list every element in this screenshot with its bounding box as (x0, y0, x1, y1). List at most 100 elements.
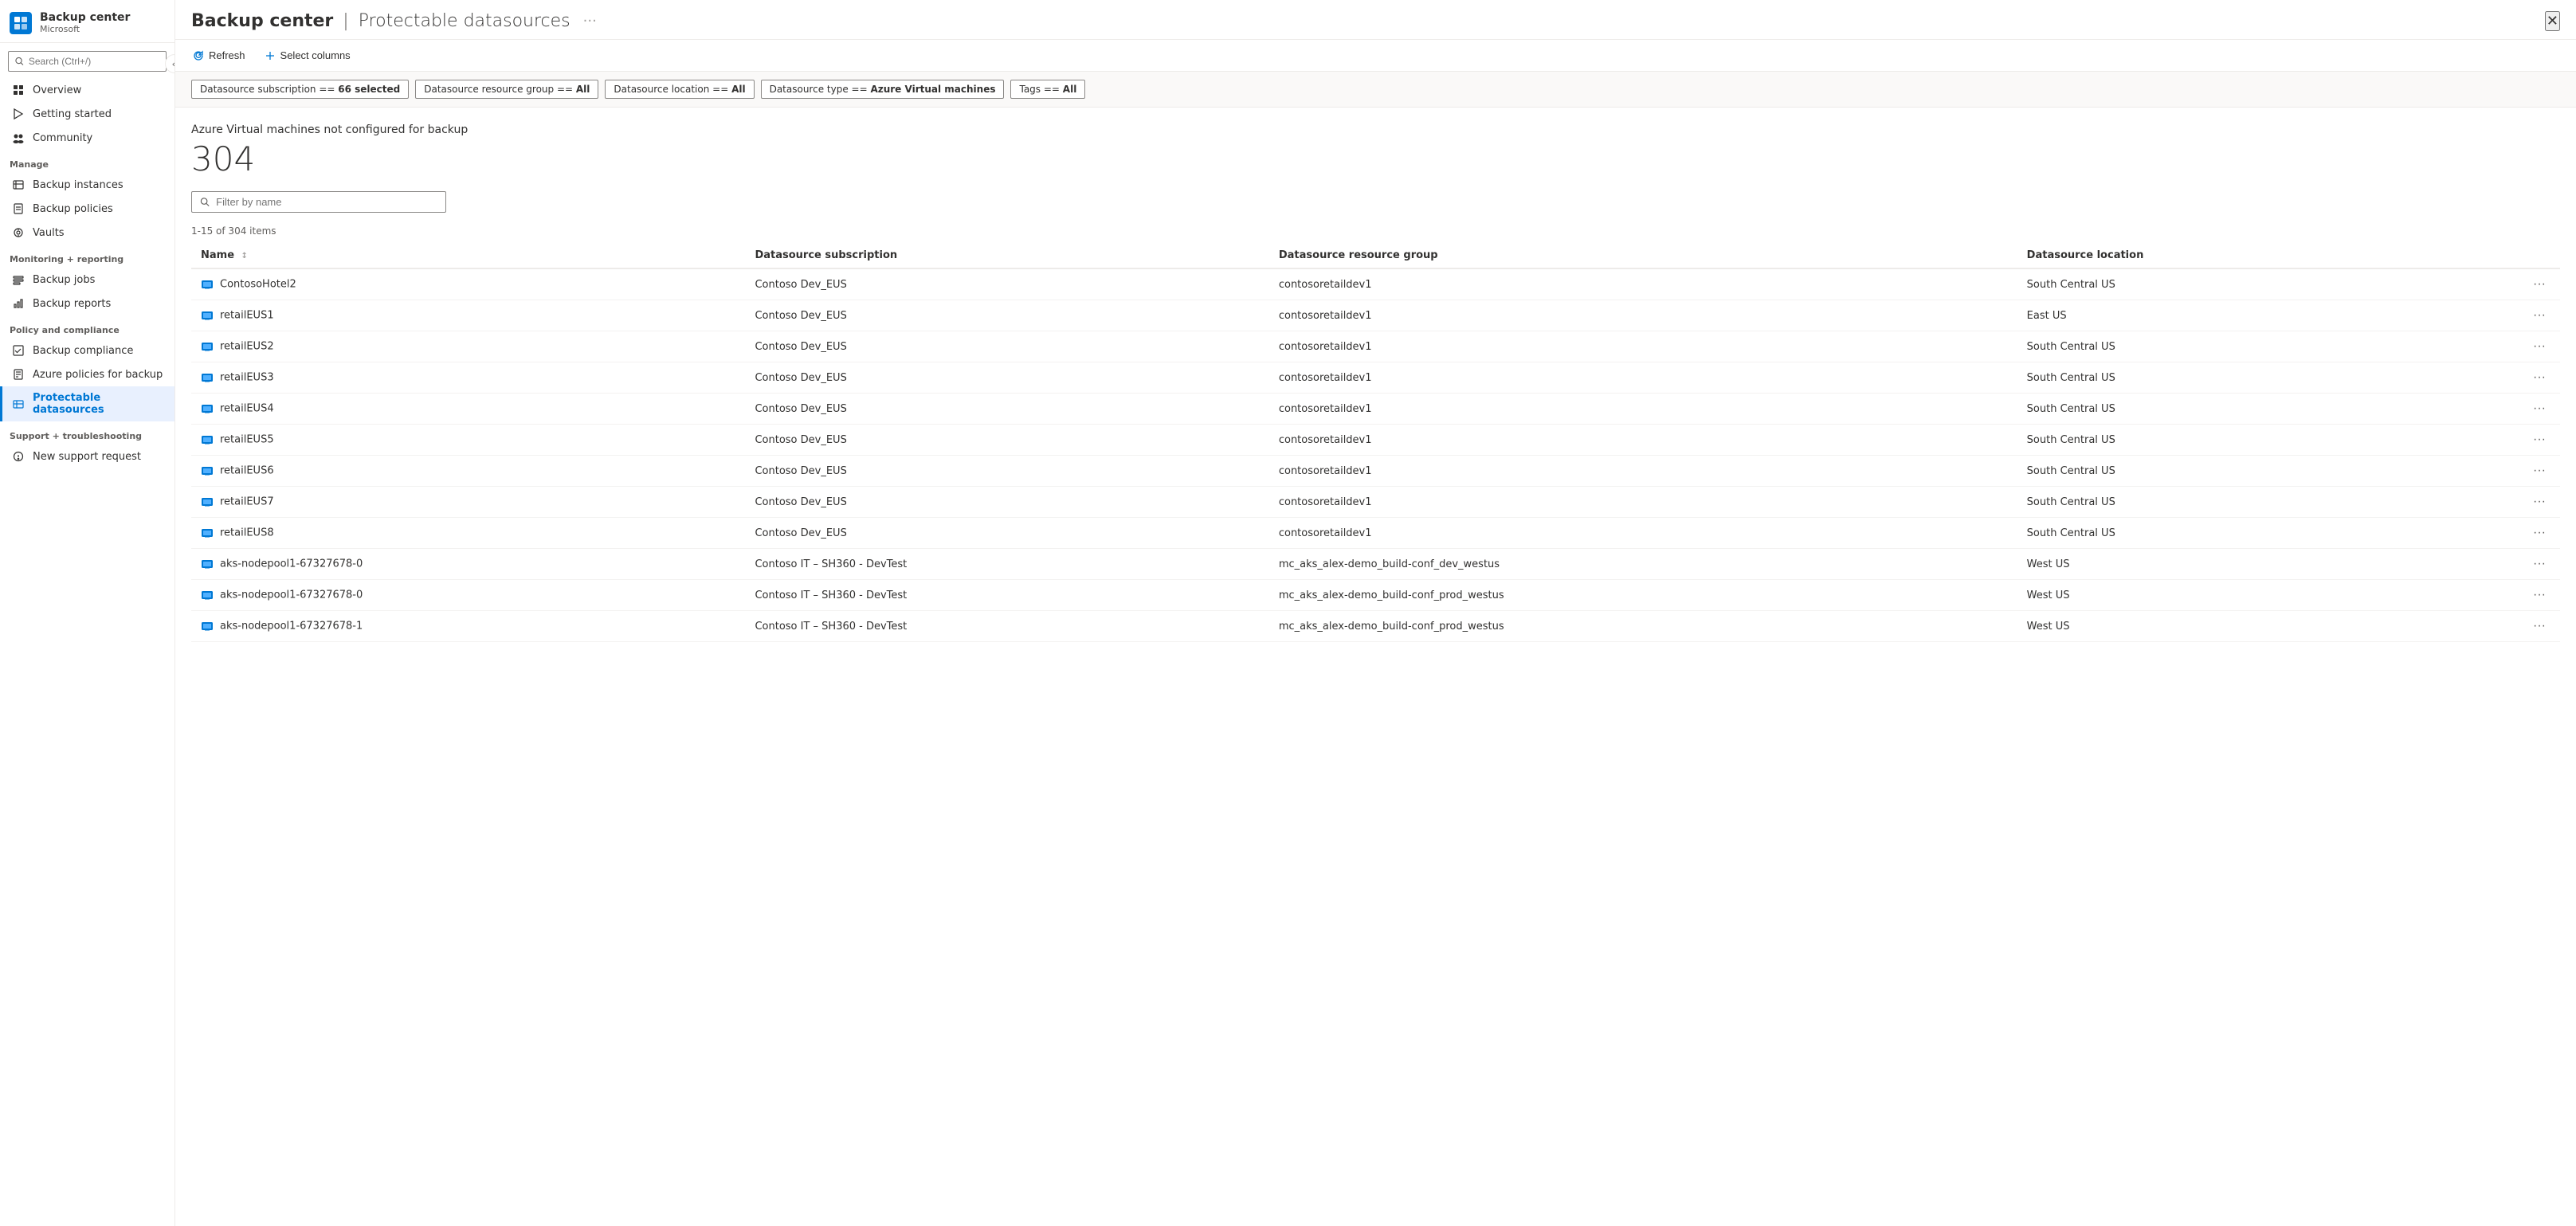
section-monitoring-header: Monitoring + reporting (0, 245, 174, 268)
new-support-request-icon (12, 450, 25, 463)
page-subtitle: Protectable datasources (359, 11, 570, 31)
cell-resource-group-9: mc_aks_alex-demo_build-conf_dev_westus (1269, 549, 2017, 580)
row-more-button-8[interactable]: ··· (2528, 524, 2551, 542)
cell-subscription-9: Contoso IT – SH360 - DevTest (745, 549, 1268, 580)
filter-chip-4[interactable]: Tags == All (1010, 80, 1085, 99)
cell-subscription-2: Contoso Dev_EUS (745, 331, 1268, 362)
filter-chip-0[interactable]: Datasource subscription == 66 selected (191, 80, 409, 99)
section-policy-header: Policy and compliance (0, 315, 174, 339)
row-more-button-10[interactable]: ··· (2528, 586, 2551, 604)
sidebar-item-backup-reports[interactable]: Backup reports (0, 292, 174, 315)
col-header-name[interactable]: Name ↕ (191, 243, 745, 268)
cell-location-4: South Central US (2017, 394, 2433, 425)
table-row[interactable]: aks-nodepool1-67327678-0Contoso IT – SH3… (191, 580, 2560, 611)
sidebar-item-vaults[interactable]: Vaults (0, 221, 174, 245)
search-input[interactable] (29, 56, 159, 67)
table-row[interactable]: retailEUS1Contoso Dev_EUScontosoretailde… (191, 300, 2560, 331)
cell-name-text-1: retailEUS1 (220, 310, 274, 322)
table-row[interactable]: ContosoHotel2Contoso Dev_EUScontosoretai… (191, 268, 2560, 300)
cell-location-9: West US (2017, 549, 2433, 580)
cell-name-0: ContosoHotel2 (191, 268, 745, 300)
row-more-button-3[interactable]: ··· (2528, 369, 2551, 386)
table-row[interactable]: retailEUS8Contoso Dev_EUScontosoretailde… (191, 518, 2560, 549)
table-row[interactable]: aks-nodepool1-67327678-1Contoso IT – SH3… (191, 611, 2560, 642)
row-more-button-11[interactable]: ··· (2528, 617, 2551, 635)
cell-actions-11: ··· (2433, 611, 2560, 642)
table-filter-box[interactable] (191, 191, 446, 213)
table-row[interactable]: retailEUS2Contoso Dev_EUScontosoretailde… (191, 331, 2560, 362)
cell-resource-group-5: contosoretaildev1 (1269, 425, 2017, 456)
row-more-button-4[interactable]: ··· (2528, 400, 2551, 417)
sidebar-nav: OverviewGetting startedCommunityManageBa… (0, 78, 174, 468)
data-table: Name ↕Datasource subscriptionDatasource … (191, 243, 2560, 642)
filter-chip-3[interactable]: Datasource type == Azure Virtual machine… (761, 80, 1005, 99)
table-row[interactable]: retailEUS4Contoso Dev_EUScontosoretailde… (191, 394, 2560, 425)
sidebar-item-community[interactable]: Community (0, 126, 174, 150)
cell-subscription-1: Contoso Dev_EUS (745, 300, 1268, 331)
select-columns-button[interactable]: Select columns (263, 46, 352, 65)
sidebar-item-backup-policies[interactable]: Backup policies (0, 197, 174, 221)
backup-jobs-icon (12, 273, 25, 286)
table-row[interactable]: retailEUS3Contoso Dev_EUScontosoretailde… (191, 362, 2560, 394)
cell-name-text-0: ContosoHotel2 (220, 279, 296, 291)
cell-resource-group-2: contosoretaildev1 (1269, 331, 2017, 362)
cell-name-text-6: retailEUS6 (220, 465, 274, 477)
sidebar-item-backup-compliance[interactable]: Backup compliance (0, 339, 174, 362)
sidebar-item-label-azure-policies: Azure policies for backup (33, 369, 163, 381)
sidebar-item-label-getting-started: Getting started (33, 108, 112, 120)
vm-icon-11 (201, 620, 214, 633)
cell-name-text-8: retailEUS8 (220, 527, 274, 539)
sidebar-item-new-support-request[interactable]: New support request (0, 445, 174, 468)
cell-actions-1: ··· (2433, 300, 2560, 331)
cell-name-text-10: aks-nodepool1-67327678-0 (220, 589, 363, 601)
row-more-button-9[interactable]: ··· (2528, 555, 2551, 573)
row-more-button-0[interactable]: ··· (2528, 276, 2551, 293)
table-row[interactable]: aks-nodepool1-67327678-0 Contoso IT – SH3… (191, 549, 2560, 580)
vm-icon-3 (201, 371, 214, 384)
cell-actions-0: ··· (2433, 268, 2560, 300)
sidebar-search[interactable] (8, 51, 167, 72)
sidebar-item-label-vaults: Vaults (33, 227, 65, 239)
row-more-button-6[interactable]: ··· (2528, 462, 2551, 480)
cell-actions-9: ··· (2433, 549, 2560, 580)
row-more-button-5[interactable]: ··· (2528, 431, 2551, 448)
refresh-button[interactable]: Refresh (191, 46, 247, 65)
col-header-resource_group: Datasource resource group (1269, 243, 2017, 268)
cell-resource-group-7: contosoretaildev1 (1269, 487, 2017, 518)
row-more-button-2[interactable]: ··· (2528, 338, 2551, 355)
cell-subscription-6: Contoso Dev_EUS (745, 456, 1268, 487)
sidebar-item-protectable-datasources[interactable]: Protectable datasources (0, 386, 174, 421)
cell-location-5: South Central US (2017, 425, 2433, 456)
sidebar-item-backup-instances[interactable]: Backup instances (0, 173, 174, 197)
name-filter-input[interactable] (216, 196, 437, 208)
sidebar-item-azure-policies[interactable]: Azure policies for backup (0, 362, 174, 386)
header-left: Backup center | Protectable datasources … (191, 11, 597, 31)
filter-chip-2[interactable]: Datasource location == All (605, 80, 754, 99)
table-row[interactable]: retailEUS6Contoso Dev_EUScontosoretailde… (191, 456, 2560, 487)
sidebar-item-overview[interactable]: Overview (0, 78, 174, 102)
cell-subscription-7: Contoso Dev_EUS (745, 487, 1268, 518)
row-more-button-7[interactable]: ··· (2528, 493, 2551, 511)
close-button[interactable]: ✕ (2545, 11, 2560, 31)
more-options-icon[interactable]: ··· (583, 13, 597, 29)
cell-actions-10: ··· (2433, 580, 2560, 611)
sidebar-item-getting-started[interactable]: Getting started (0, 102, 174, 126)
refresh-label: Refresh (209, 49, 245, 61)
cell-name-text-9: aks-nodepool1-67327678-0 (220, 558, 363, 570)
refresh-icon (193, 50, 204, 61)
app-header-title: Backup center (191, 11, 333, 31)
vm-icon-5 (201, 433, 214, 446)
search-icon (15, 57, 24, 66)
cell-name-text-7: retailEUS7 (220, 496, 274, 508)
app-logo (10, 12, 32, 34)
sidebar-item-backup-jobs[interactable]: Backup jobs (0, 268, 174, 292)
table-row[interactable]: retailEUS7 Contoso Dev_EUScontosoretailde… (191, 487, 2560, 518)
cell-resource-group-3: contosoretaildev1 (1269, 362, 2017, 394)
filter-chip-1[interactable]: Datasource resource group == All (415, 80, 598, 99)
table-row[interactable]: retailEUS5Contoso Dev_EUScontosoretailde… (191, 425, 2560, 456)
cell-name-8: retailEUS8 (191, 518, 745, 549)
row-more-button-1[interactable]: ··· (2528, 307, 2551, 324)
summary-title: Azure Virtual machines not configured fo… (191, 123, 2560, 136)
select-columns-icon (265, 50, 276, 61)
cell-resource-group-0: contosoretaildev1 (1269, 268, 2017, 300)
